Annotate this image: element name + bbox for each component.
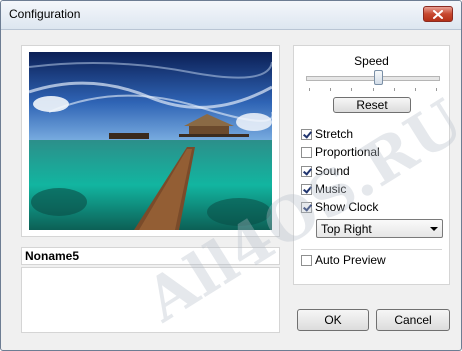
checkbox-label: Auto Preview [315, 253, 386, 267]
divider [301, 249, 442, 250]
slider-tick [351, 88, 352, 91]
checkbox-show-clock[interactable]: Show Clock [301, 200, 378, 214]
preview-name-field: Noname5 [21, 247, 280, 265]
slider-tick [309, 88, 310, 91]
slider-tick [394, 88, 395, 91]
checkbox-label: Show Clock [315, 200, 379, 214]
title-bar[interactable]: Configuration [1, 1, 461, 30]
window-title: Configuration [9, 7, 81, 21]
configuration-window: Configuration Noname5 Speed Reset Stretc… [0, 0, 462, 351]
cancel-button[interactable]: Cancel [376, 309, 450, 331]
dropdown-value: Top Right [321, 222, 372, 236]
reset-button[interactable]: Reset [333, 97, 411, 113]
checkbox-music[interactable]: Music [301, 182, 346, 196]
close-icon [433, 9, 443, 19]
checkbox-label: Stretch [315, 127, 354, 141]
clock-position-dropdown[interactable]: Top Right [316, 219, 443, 238]
checkbox-label: Music [315, 182, 347, 196]
preview-description-box [21, 267, 280, 333]
checkbox-auto-preview[interactable]: Auto Preview [301, 253, 386, 267]
checkbox-proportional[interactable]: Proportional [301, 145, 380, 159]
ok-button[interactable]: OK [297, 309, 369, 331]
preview-panel [21, 45, 280, 237]
checkbox-label: Proportional [315, 145, 380, 159]
checkbox-stretch[interactable]: Stretch [301, 127, 353, 141]
options-panel: Speed Reset Stretch Proportional Sound M… [293, 45, 450, 285]
speed-slider-ticks [309, 88, 437, 91]
checkbox-label: Sound [315, 164, 350, 178]
slider-tick [330, 88, 331, 91]
slider-tick [415, 88, 416, 91]
proportional-checkbox[interactable] [301, 146, 312, 158]
checkbox-sound[interactable]: Sound [301, 164, 350, 178]
slider-tick [373, 88, 374, 91]
sound-checkbox[interactable] [301, 165, 312, 177]
preview-name: Noname5 [25, 249, 80, 263]
speed-slider-thumb[interactable] [373, 70, 383, 85]
show-clock-checkbox[interactable] [301, 201, 312, 213]
auto-preview-checkbox[interactable] [301, 254, 312, 266]
speed-label: Speed [354, 54, 389, 68]
close-button[interactable] [423, 6, 453, 22]
stretch-checkbox[interactable] [301, 128, 312, 140]
slider-tick [436, 88, 437, 91]
preview-image [29, 52, 272, 230]
music-checkbox[interactable] [301, 183, 312, 195]
chevron-down-icon [430, 227, 438, 231]
